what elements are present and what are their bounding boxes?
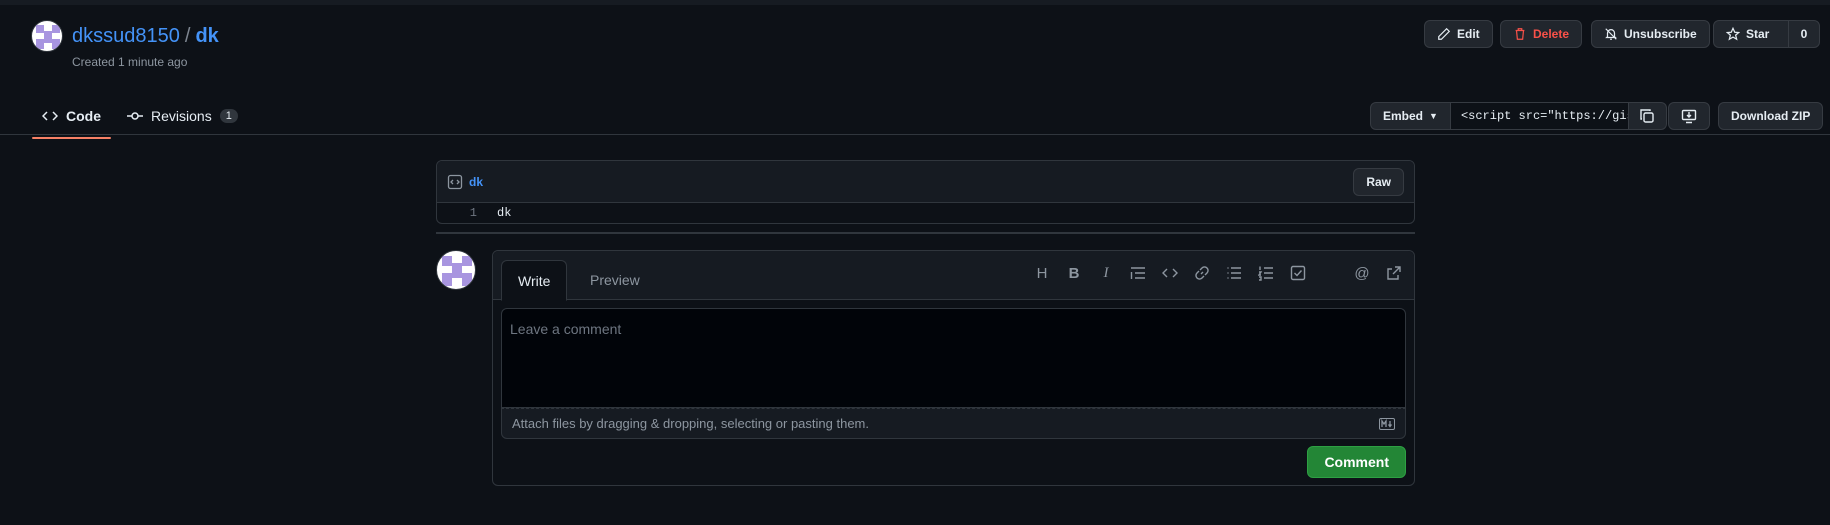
- markdown-icon: [1379, 418, 1395, 430]
- tasklist-icon[interactable]: [1290, 265, 1306, 281]
- markdown-toolbar: H B I @: [1034, 265, 1402, 282]
- cross-reference-icon[interactable]: [1386, 265, 1402, 281]
- tab-revisions[interactable]: Revisions 1: [117, 97, 248, 135]
- line-number[interactable]: 1: [437, 206, 479, 220]
- unsubscribe-button[interactable]: Unsubscribe: [1591, 20, 1710, 48]
- tab-code-label: Code: [66, 108, 101, 124]
- file-name-link[interactable]: dk: [469, 175, 483, 189]
- open-desktop-button[interactable]: [1668, 102, 1710, 130]
- line-code: dk: [497, 206, 512, 220]
- gist-header: dkssud8150 / dk Created 1 minute ago Edi…: [0, 5, 1830, 139]
- copy-icon: [1640, 109, 1655, 123]
- file-box: dk Raw 1 dk: [436, 160, 1415, 224]
- raw-button[interactable]: Raw: [1353, 168, 1404, 196]
- revisions-count-badge: 1: [219, 109, 238, 123]
- pencil-icon: [1438, 27, 1451, 40]
- desktop-download-icon: [1681, 109, 1697, 124]
- edit-button[interactable]: Edit: [1424, 20, 1493, 48]
- tab-write[interactable]: Write: [501, 260, 568, 301]
- embed-dropdown-button[interactable]: Embed ▼: [1370, 102, 1451, 130]
- gist-name-link[interactable]: dk: [195, 25, 218, 48]
- comment-form: Write Preview H B I @ Leave a comment At…: [492, 250, 1415, 486]
- quote-icon[interactable]: [1130, 265, 1146, 281]
- tab-revisions-label: Revisions: [151, 108, 212, 124]
- created-timestamp: Created 1 minute ago: [72, 55, 188, 69]
- code-icon: [42, 111, 58, 121]
- download-zip-button[interactable]: Download ZIP: [1718, 102, 1824, 130]
- tab-preview[interactable]: Preview: [574, 260, 656, 300]
- attach-files-bar[interactable]: Attach files by dragging & dropping, sel…: [501, 408, 1406, 439]
- owner-link[interactable]: dkssud8150: [72, 25, 180, 48]
- star-icon: [1726, 27, 1740, 41]
- embed-code-input[interactable]: <script src="https://gist: [1450, 102, 1629, 130]
- embed-label: Embed: [1383, 109, 1424, 123]
- unsubscribe-label: Unsubscribe: [1624, 27, 1697, 41]
- file-code-icon: [447, 174, 463, 189]
- copy-button[interactable]: [1628, 102, 1667, 130]
- commenter-avatar[interactable]: [436, 250, 476, 290]
- mention-icon[interactable]: @: [1354, 265, 1370, 282]
- tab-code[interactable]: Code: [32, 97, 111, 139]
- owner-avatar[interactable]: [31, 20, 63, 52]
- trash-icon: [1515, 28, 1525, 40]
- bold-icon[interactable]: B: [1066, 265, 1082, 282]
- star-button[interactable]: Star: [1713, 20, 1789, 48]
- star-label: Star: [1746, 27, 1770, 41]
- caret-down-icon: ▼: [1429, 111, 1438, 121]
- unordered-list-icon[interactable]: [1226, 265, 1242, 281]
- file-header: dk Raw: [437, 161, 1414, 203]
- section-divider: [436, 232, 1415, 234]
- gist-title: dkssud8150 / dk: [72, 25, 219, 48]
- edit-label: Edit: [1457, 27, 1480, 41]
- title-separator: /: [184, 25, 191, 47]
- delete-button[interactable]: Delete: [1500, 20, 1583, 48]
- gist-tabs: Code Revisions 1: [32, 97, 248, 139]
- code-line: 1 dk: [437, 203, 1414, 223]
- download-zip-label: Download ZIP: [1731, 109, 1811, 123]
- bell-slash-icon: [1605, 28, 1617, 40]
- comment-tabs-bar: Write Preview H B I @: [493, 251, 1414, 301]
- code-icon[interactable]: [1162, 265, 1178, 281]
- link-icon[interactable]: [1194, 265, 1210, 281]
- ordered-list-icon[interactable]: [1258, 265, 1274, 281]
- comment-submit-button[interactable]: Comment: [1307, 446, 1406, 478]
- delete-label: Delete: [1533, 27, 1570, 41]
- italic-icon[interactable]: I: [1098, 265, 1114, 281]
- attach-files-text: Attach files by dragging & dropping, sel…: [512, 416, 869, 431]
- star-count: 0: [1788, 20, 1820, 48]
- heading-icon[interactable]: H: [1034, 265, 1050, 282]
- comment-textarea[interactable]: Leave a comment: [501, 308, 1406, 408]
- git-commit-icon: [127, 112, 143, 120]
- embed-group: Embed ▼ <script src="https://gist: [1370, 102, 1667, 130]
